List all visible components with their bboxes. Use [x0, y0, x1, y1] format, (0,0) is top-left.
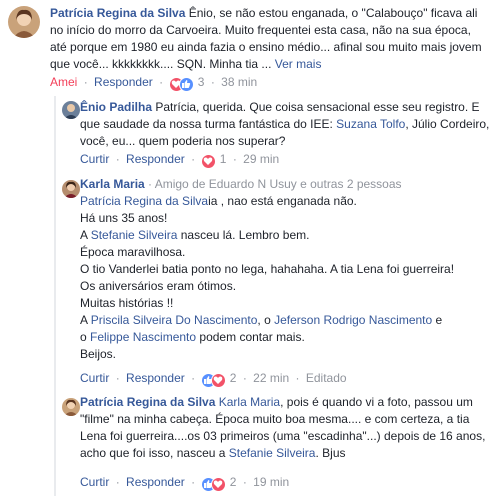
like-button[interactable]: Curtir: [80, 152, 109, 166]
reply-button[interactable]: Responder: [126, 475, 185, 489]
mention-link[interactable]: Felippe Nascimento: [90, 330, 196, 344]
mention-link[interactable]: Priscila Silveira Do Nascimento: [91, 313, 258, 327]
comment-text: A: [80, 228, 91, 242]
comment-text: Os aniversários eram ótimos.: [80, 279, 237, 293]
like-button[interactable]: Curtir: [80, 475, 109, 489]
separator: ·: [115, 475, 120, 489]
timestamp[interactable]: 29 min: [243, 152, 279, 166]
see-more-link[interactable]: Ver mais: [275, 57, 322, 71]
timestamp[interactable]: 19 min: [253, 475, 289, 489]
reply-thread-line: [54, 96, 56, 496]
separator: ·: [115, 152, 120, 166]
mention-link[interactable]: Stefanie Silveira: [91, 228, 178, 242]
mention-link[interactable]: Patrícia Regina da Silva: [80, 194, 208, 208]
mention-link[interactable]: Karla Maria: [219, 395, 280, 409]
reactions-summary[interactable]: [169, 77, 195, 93]
mutual-friends-info[interactable]: Amigo de Eduardo N Usuy e outras 2 pesso…: [155, 177, 402, 191]
separator: ·: [242, 475, 247, 489]
love-reacted-button[interactable]: Amei: [50, 75, 77, 89]
edited-label[interactable]: Editado: [306, 371, 347, 385]
reply-button[interactable]: Responder: [126, 152, 185, 166]
comment-text: podem contar mais.: [196, 330, 305, 344]
comment-actions: Curtir · Responder · 2 · 19 min: [80, 474, 289, 493]
reaction-count[interactable]: 1: [220, 152, 227, 166]
timestamp[interactable]: 38 min: [221, 75, 257, 89]
heart-icon: [211, 477, 227, 492]
avatar[interactable]: [62, 398, 80, 416]
comment-text: O tio Vanderlei batia ponto no lega, hah…: [80, 262, 455, 276]
separator: ·: [148, 177, 153, 191]
separator: ·: [191, 152, 196, 166]
comment-body: Karla Maria · Amigo de Eduardo N Usuy e …: [80, 176, 492, 363]
comment-body: Patrícia Regina da Silva Ênio, se não es…: [50, 5, 490, 73]
separator: ·: [159, 75, 164, 89]
comment-text: . Bjus: [315, 446, 346, 460]
comment-actions: Curtir · Responder · 1 · 29 min: [80, 151, 279, 170]
timestamp[interactable]: 22 min: [253, 371, 289, 385]
comment-text: Há uns 35 anos!: [80, 211, 168, 225]
separator: ·: [210, 75, 215, 89]
reactions-summary[interactable]: [201, 373, 227, 389]
reply-button[interactable]: Responder: [94, 75, 153, 89]
separator: ·: [191, 475, 196, 489]
heart-icon: [201, 154, 217, 169]
comment-text: Muitas histórias !!: [80, 296, 174, 310]
reaction-count[interactable]: 2: [230, 371, 237, 385]
comment-actions: Curtir · Responder · 2 · 22 min · Editad…: [80, 370, 347, 389]
comment-text: , o: [257, 313, 275, 327]
separator: ·: [242, 371, 247, 385]
like-button[interactable]: Curtir: [80, 371, 109, 385]
comment-text: e: [432, 313, 443, 327]
comment-text: Época maravilhosa.: [80, 245, 186, 259]
mention-link[interactable]: Suzana Tolfo: [336, 117, 405, 131]
author-name[interactable]: Patrícia Regina da Silva: [80, 395, 215, 409]
comment-text: nasceu lá. Lembro bem.: [177, 228, 310, 242]
reply-button[interactable]: Responder: [126, 371, 185, 385]
author-name[interactable]: Patrícia Regina da Silva: [50, 6, 185, 20]
comment-text: Beijos.: [80, 347, 117, 361]
separator: ·: [115, 371, 120, 385]
avatar[interactable]: [62, 101, 80, 119]
heart-icon: [211, 373, 227, 388]
separator: ·: [83, 75, 88, 89]
mention-link[interactable]: Jeferson Rodrigo Nascimento: [274, 313, 432, 327]
comment-actions: Amei · Responder · 3 · 38 min: [50, 74, 257, 93]
author-name[interactable]: Karla Maria: [80, 177, 145, 191]
comment-text: ia , nao está enganada não.: [208, 194, 357, 208]
separator: ·: [232, 152, 237, 166]
like-icon: [179, 77, 195, 92]
comment-body: Patrícia Regina da Silva Karla Maria, po…: [80, 394, 492, 462]
avatar[interactable]: [62, 180, 80, 198]
comment-text: A: [80, 313, 91, 327]
comment-body: Ênio Padilha Patrícia, querida. Que cois…: [80, 99, 492, 150]
avatar[interactable]: [8, 6, 40, 38]
reaction-count[interactable]: 3: [198, 75, 205, 89]
separator: ·: [191, 371, 196, 385]
comment-text: o: [80, 330, 91, 344]
author-name[interactable]: Ênio Padilha: [80, 100, 152, 114]
reactions-summary[interactable]: [201, 154, 217, 170]
reactions-summary[interactable]: [201, 477, 227, 493]
separator: ·: [295, 371, 300, 385]
mention-link[interactable]: Stefanie Silveira: [229, 446, 316, 460]
reaction-count[interactable]: 2: [230, 475, 237, 489]
